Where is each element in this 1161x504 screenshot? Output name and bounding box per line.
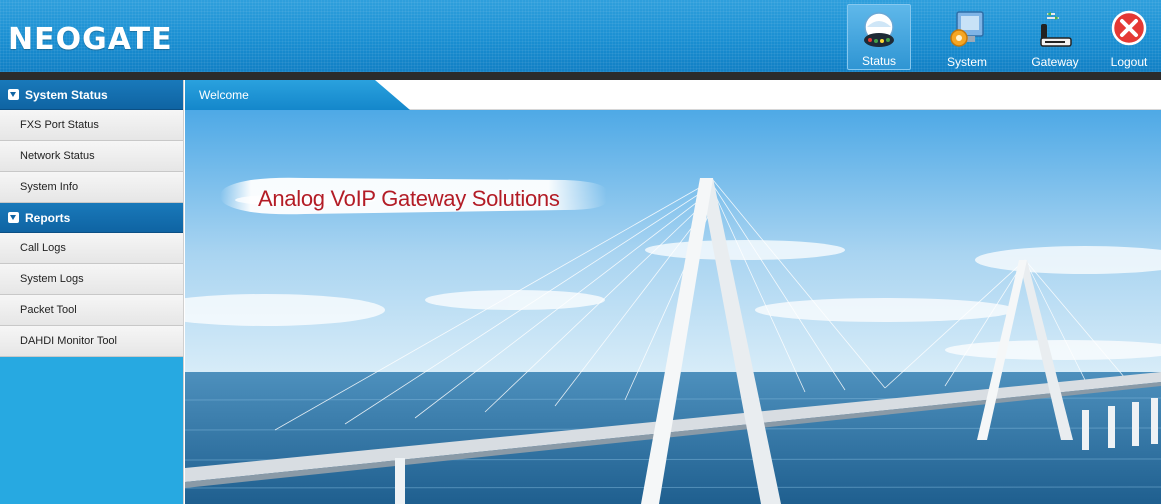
gateway-icon xyxy=(1040,12,1072,47)
nav-logout-button[interactable]: Logout xyxy=(1097,4,1161,70)
sidebar-item-packet-tool[interactable]: Packet Tool xyxy=(0,295,183,326)
sidebar-group-system-status[interactable]: System Status xyxy=(0,80,183,110)
sidebar-item-system-logs[interactable]: System Logs xyxy=(0,264,183,295)
top-header: NEOGATE Status System Gateway Logout xyxy=(0,0,1161,72)
nav-system-label: System xyxy=(946,55,987,69)
sidebar-group-label: System Status xyxy=(25,87,108,102)
sidebar-item-fxs-port-status[interactable]: FXS Port Status xyxy=(0,110,183,141)
nav-logout-label: Logout xyxy=(1110,55,1148,69)
nav-status-button[interactable]: Status xyxy=(847,4,911,70)
system-gear-icon xyxy=(950,11,984,47)
tab-welcome-label: Welcome xyxy=(199,88,249,102)
header-divider xyxy=(0,72,1161,80)
status-icon xyxy=(864,12,894,47)
sidebar-item-network-status[interactable]: Network Status xyxy=(0,141,183,172)
main-content: Welcome Analog VoIP Gateway Solutions xyxy=(185,80,1161,504)
logout-icon xyxy=(1111,10,1147,46)
sidebar: System Status FXS Port Status Network St… xyxy=(0,80,184,504)
banner-slogan: Analog VoIP Gateway Solutions xyxy=(258,186,560,211)
sidebar-group-reports[interactable]: Reports xyxy=(0,203,183,233)
sidebar-item-system-info[interactable]: System Info xyxy=(0,172,183,203)
sidebar-item-dahdi-monitor-tool[interactable]: DAHDI Monitor Tool xyxy=(0,326,183,357)
nav-status-label: Status xyxy=(861,54,897,68)
sidebar-item-call-logs[interactable]: Call Logs xyxy=(0,233,183,264)
top-navigation: Status System Gateway Logout xyxy=(847,4,1161,70)
tab-strip: Welcome xyxy=(185,80,1161,110)
collapse-caret-icon xyxy=(8,89,19,100)
collapse-caret-icon xyxy=(8,212,19,223)
nav-system-button[interactable]: System xyxy=(935,4,999,70)
bridge-banner-image xyxy=(185,110,1161,504)
nav-gateway-label: Gateway xyxy=(1031,55,1079,69)
welcome-banner: Analog VoIP Gateway Solutions xyxy=(185,110,1161,504)
nav-gateway-button[interactable]: Gateway xyxy=(1023,4,1087,70)
sidebar-group-label: Reports xyxy=(25,210,71,225)
neogate-logo: NEOGATE xyxy=(8,22,173,57)
